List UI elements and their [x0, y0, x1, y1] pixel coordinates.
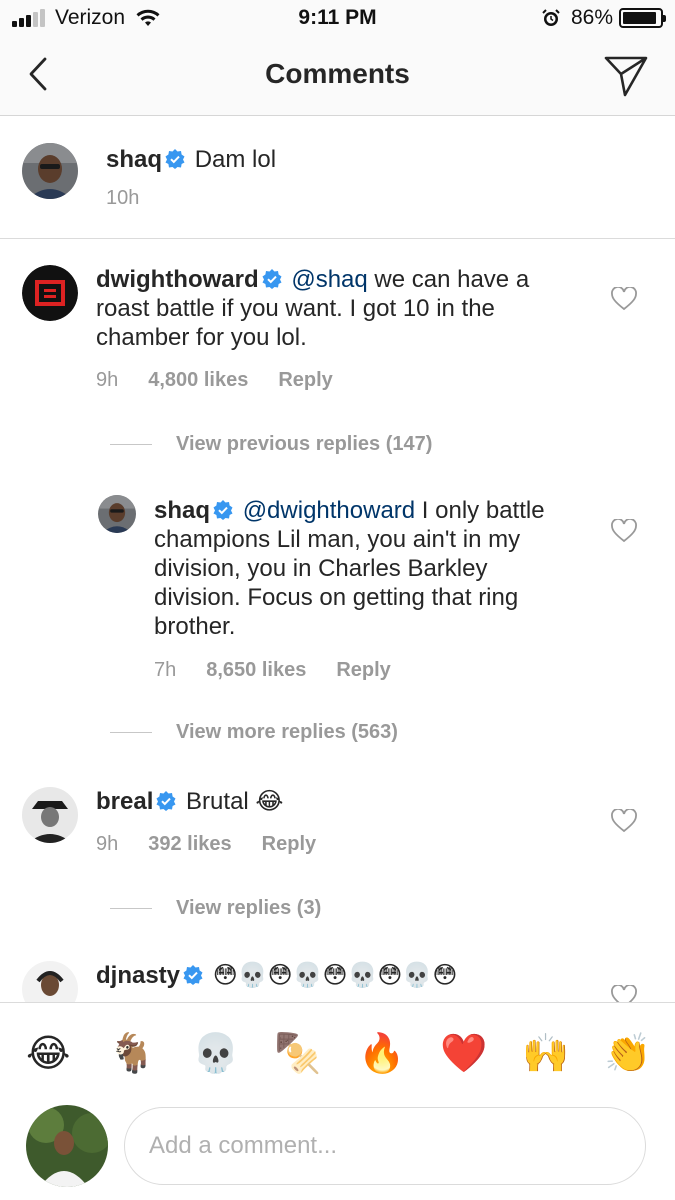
comment-meta: 9h 4,800 likes Reply	[96, 369, 363, 392]
emoji-button[interactable]: 🙌	[522, 1031, 569, 1075]
heart-outline-icon[interactable]	[611, 287, 637, 311]
comment-body-line: I only battle	[415, 497, 545, 524]
view-replies-label: View replies (3)	[176, 897, 322, 919]
caption-meta: 10h	[106, 187, 169, 210]
username[interactable]: shaq	[106, 146, 162, 173]
view-replies-button[interactable]: View replies (3)	[110, 897, 321, 920]
comment-item: breal Brutal 😂 9h 392 likes Reply View r…	[0, 777, 675, 937]
reply-text: shaq @dwighthoward I only battle champio…	[154, 496, 594, 641]
comment-body-line: champions Lil man, you ain't in my	[154, 526, 521, 553]
avatar[interactable]	[98, 495, 136, 533]
comment-text: dwighthoward @shaq we can have a roast b…	[96, 265, 576, 352]
post-caption: shaq Dam lol 10h	[0, 117, 675, 239]
status-bar: Verizon 9:11 PM 86%	[0, 0, 675, 38]
username[interactable]: breal	[96, 788, 153, 815]
heart-outline-icon[interactable]	[611, 985, 637, 1002]
comment-text: djnasty 😳💀😳💀😳💀😳💀😳	[96, 961, 457, 990]
reply-button[interactable]: Reply	[336, 659, 390, 682]
view-more-replies-button[interactable]: View more replies (563)	[110, 721, 398, 744]
comment-body-line: division. Focus on getting that ring	[154, 584, 519, 611]
avatar[interactable]	[22, 143, 78, 199]
emoji-button[interactable]: 🔥	[358, 1031, 405, 1075]
divider	[110, 444, 152, 445]
comment-body-line: brother.	[154, 613, 236, 640]
verified-badge-icon	[156, 791, 176, 811]
comment-body: 😳💀😳💀😳💀😳💀😳	[212, 962, 458, 989]
direct-send-icon[interactable]	[603, 54, 649, 98]
avatar[interactable]	[22, 961, 78, 1002]
caption-text: shaq Dam lol	[106, 145, 276, 174]
view-previous-replies-button[interactable]: View previous replies (147)	[110, 433, 432, 456]
page-title: Comments	[265, 58, 410, 89]
alarm-icon	[542, 9, 560, 26]
battery-icon	[619, 8, 666, 28]
comment-item: djnasty 😳💀😳💀😳💀😳💀😳	[0, 953, 675, 1002]
verified-badge-icon	[262, 269, 282, 289]
divider	[110, 908, 152, 909]
emoji-button[interactable]: ❤️	[440, 1031, 487, 1075]
comment-composer	[0, 1097, 675, 1200]
status-bar-right: 86%	[541, 6, 666, 30]
heart-outline-icon[interactable]	[611, 519, 637, 543]
likes-count[interactable]: 4,800 likes	[148, 369, 248, 392]
comments-list[interactable]: shaq Dam lol 10h dwighthoward @shaq we c…	[0, 117, 675, 1002]
avatar[interactable]	[22, 787, 78, 843]
timestamp: 9h	[96, 369, 119, 391]
reply-meta: 7h 8,650 likes Reply	[154, 659, 421, 682]
comment-meta: 9h 392 likes Reply	[96, 833, 346, 856]
caption-body: Dam lol	[194, 146, 277, 173]
verified-badge-icon	[165, 149, 185, 169]
comment-text: breal Brutal 😂	[96, 787, 283, 816]
verified-badge-icon	[213, 500, 233, 520]
username[interactable]: dwighthoward	[96, 266, 259, 293]
emoji-button[interactable]: 😂	[26, 1031, 70, 1075]
reply-button[interactable]: Reply	[262, 833, 316, 856]
emoji-button[interactable]: 👏	[604, 1031, 651, 1075]
timestamp: 7h	[154, 659, 177, 681]
divider	[110, 732, 152, 733]
reply-button[interactable]: Reply	[278, 369, 332, 392]
emoji-quick-bar: 😂 🐐 💀 🍢 🔥 ❤️ 🙌 👏	[0, 1002, 675, 1097]
timestamp: 10h	[106, 187, 140, 209]
likes-count[interactable]: 8,650 likes	[206, 659, 306, 682]
view-more-replies-label: View more replies (563)	[176, 721, 398, 743]
mention-link[interactable]: @dwighthoward	[243, 497, 415, 524]
battery-percent: 86%	[570, 6, 613, 29]
comment-body-line: chamber for you lol.	[96, 324, 307, 351]
verified-badge-icon	[183, 965, 203, 985]
emoji-button[interactable]: 🐐	[108, 1031, 155, 1075]
comment-body: Brutal 😂	[186, 788, 284, 815]
navigation-bar: Comments	[0, 38, 675, 116]
comment-item: dwighthoward @shaq we can have a roast b…	[0, 239, 675, 709]
heart-outline-icon[interactable]	[611, 809, 637, 833]
view-previous-replies-label: View previous replies (147)	[176, 433, 433, 455]
username[interactable]: shaq	[154, 497, 210, 524]
mention-link[interactable]: @shaq	[291, 266, 367, 293]
avatar[interactable]	[22, 265, 78, 321]
comment-body-line: roast battle if you want. I got 10 in th…	[96, 295, 495, 322]
comment-body-line: division, you in Charles Barkley	[154, 555, 488, 582]
comment-body-line: we can have a	[367, 266, 530, 293]
username[interactable]: djnasty	[96, 962, 180, 989]
likes-count[interactable]: 392 likes	[148, 833, 231, 856]
timestamp: 9h	[96, 833, 119, 855]
current-user-avatar	[26, 1105, 108, 1187]
emoji-button[interactable]: 🍢	[274, 1031, 321, 1075]
emoji-button[interactable]: 💀	[192, 1031, 239, 1075]
comment-input[interactable]	[124, 1107, 646, 1185]
